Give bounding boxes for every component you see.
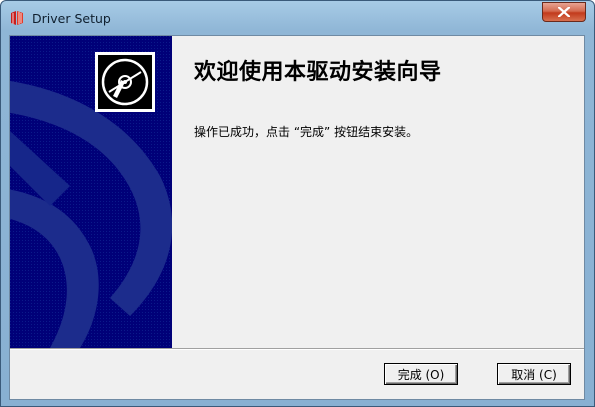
cd-disc-icon	[98, 55, 152, 109]
cd-icon-frame	[95, 52, 155, 112]
footer-divider	[10, 348, 584, 350]
wizard-banner	[10, 36, 172, 348]
setup-window: Driver Setup 欢迎使用本驱动安装向导 操作已成功，点击 “完成” 按…	[0, 0, 595, 407]
app-logo-icon	[11, 11, 23, 25]
window-title: Driver Setup	[32, 11, 111, 26]
close-button[interactable]	[542, 2, 586, 22]
cancel-button[interactable]: 取消 (C)	[497, 363, 571, 385]
wizard-body: 欢迎使用本驱动安装向导 操作已成功，点击 “完成” 按钮结束安装。 完成 (O)…	[9, 35, 585, 400]
wizard-content: 欢迎使用本驱动安装向导 操作已成功，点击 “完成” 按钮结束安装。	[172, 36, 584, 348]
close-icon	[558, 7, 570, 17]
finish-button[interactable]: 完成 (O)	[384, 363, 458, 385]
page-title: 欢迎使用本驱动安装向导	[194, 60, 442, 85]
completion-message: 操作已成功，点击 “完成” 按钮结束安装。	[194, 125, 419, 139]
title-bar[interactable]: Driver Setup	[1, 1, 594, 35]
